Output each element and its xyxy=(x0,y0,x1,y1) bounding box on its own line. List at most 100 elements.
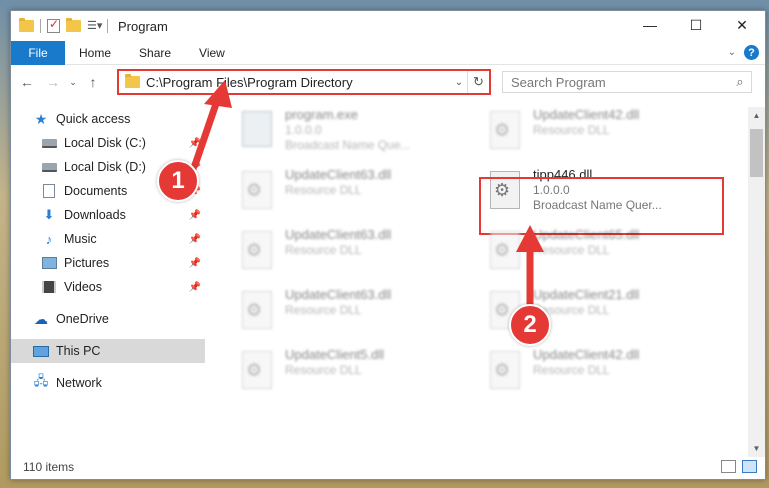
sidebar-item-this-pc[interactable]: This PC xyxy=(11,339,205,363)
pin-icon[interactable]: 📌 xyxy=(189,138,201,149)
file-name: UpdateClient65.dll xyxy=(533,227,640,242)
tab-view[interactable]: View xyxy=(185,46,239,60)
pin-icon[interactable]: 📌 xyxy=(189,258,201,269)
file-list: program.exe 1.0.0.0 Broadcast Name Que..… xyxy=(211,107,741,457)
dll-icon xyxy=(483,347,527,399)
pin-icon[interactable]: 📌 xyxy=(189,210,201,221)
sidebar-item-label: Quick access xyxy=(56,112,131,126)
up-arrow-icon[interactable]: ↑ xyxy=(83,74,103,90)
file-item[interactable]: UpdateClient5.dll Resource DLL xyxy=(235,347,465,405)
file-description: Resource DLL xyxy=(285,363,362,377)
scroll-up-icon[interactable]: ▲ xyxy=(748,107,765,124)
back-arrow-icon[interactable]: ← xyxy=(17,74,37,90)
help-icon[interactable]: ? xyxy=(744,45,759,60)
item-count: 110 items xyxy=(23,460,75,474)
file-name: UpdateClient5.dll xyxy=(285,347,385,362)
sidebar-item-label: Downloads xyxy=(64,208,126,222)
sidebar-item-label: Network xyxy=(56,376,102,390)
recent-locations-icon[interactable]: ⌄ xyxy=(63,77,83,88)
sidebar-item-videos[interactable]: Videos 📌 xyxy=(11,275,205,299)
file-item[interactable]: UpdateClient42.dll Resource DLL xyxy=(483,107,713,165)
dll-icon xyxy=(235,167,279,219)
music-icon: ♪ xyxy=(45,231,53,247)
file-name: UpdateClient63.dll xyxy=(285,227,392,242)
sidebar-item-label: Local Disk (C:) xyxy=(64,136,146,150)
tab-file[interactable]: File xyxy=(11,40,65,65)
sidebar-item-label: OneDrive xyxy=(56,312,109,326)
address-bar[interactable]: C:\Program Files\Program Directory ⌄ ↻ xyxy=(117,69,491,95)
minimize-button[interactable]: — xyxy=(627,11,673,39)
tab-home[interactable]: Home xyxy=(65,46,125,60)
step-2-badge: 2 xyxy=(509,304,551,346)
explorer-window: ☰▾ Program — ☐ ✕ File Home Share View ⌄ … xyxy=(10,10,766,480)
file-description: Resource DLL xyxy=(533,303,610,317)
sidebar-item-label: Videos xyxy=(64,280,102,294)
search-input[interactable]: Search Program xyxy=(511,75,729,90)
ribbon-tabs: File Home Share View ⌄ ? xyxy=(11,40,765,65)
navigation-bar: ← → ⌄ ↑ C:\Program Files\Program Directo… xyxy=(11,67,765,97)
file-description: Resource DLL xyxy=(533,123,610,137)
search-icon[interactable]: ⌕ xyxy=(729,74,751,90)
maximize-button[interactable]: ☐ xyxy=(673,11,719,39)
sidebar-item-label: Music xyxy=(64,232,97,246)
file-item[interactable]: UpdateClient65.dll Resource DLL xyxy=(483,227,713,285)
ribbon-right: ⌄ ? xyxy=(728,45,759,60)
address-path[interactable]: C:\Program Files\Program Directory xyxy=(146,75,451,90)
downloads-icon: ⬇ xyxy=(43,207,55,222)
file-item[interactable]: UpdateClient63.dll Resource DLL xyxy=(235,287,465,345)
file-item[interactable]: UpdateClient63.dll Resource DLL xyxy=(235,167,465,225)
drive-icon xyxy=(41,136,57,150)
file-version: 1.0.0.0 xyxy=(285,123,322,137)
folder-icon xyxy=(125,74,140,88)
sidebar-item-pictures[interactable]: Pictures 📌 xyxy=(11,251,205,275)
sidebar-item-local-disk-c[interactable]: Local Disk (C:) 📌 xyxy=(11,131,205,155)
pin-icon[interactable]: 📌 xyxy=(189,282,201,293)
close-button[interactable]: ✕ xyxy=(719,11,765,39)
properties-icon[interactable] xyxy=(47,17,60,33)
file-description: Resource DLL xyxy=(285,243,362,257)
address-dropdown-icon[interactable]: ⌄ xyxy=(451,77,467,88)
dll-icon xyxy=(483,227,527,279)
this-pc-icon xyxy=(33,344,49,358)
file-name: UpdateClient63.dll xyxy=(285,287,392,302)
file-item[interactable]: UpdateClient63.dll Resource DLL xyxy=(235,227,465,285)
sidebar-item-network[interactable]: 🖧 Network xyxy=(11,371,205,395)
customize-icon[interactable]: ☰▾ xyxy=(87,19,102,33)
network-icon: 🖧 xyxy=(33,373,49,388)
forward-arrow-icon[interactable]: → xyxy=(43,74,63,90)
new-folder-icon[interactable] xyxy=(66,18,81,32)
file-name: UpdateClient42.dll xyxy=(533,347,640,362)
sidebar-item-label: Documents xyxy=(64,184,128,198)
details-view-icon[interactable] xyxy=(721,460,736,473)
pin-icon[interactable]: 📌 xyxy=(189,234,201,245)
file-name: UpdateClient42.dll xyxy=(533,107,640,122)
sidebar-item-label: This PC xyxy=(56,344,101,358)
refresh-icon[interactable]: ↻ xyxy=(467,71,489,93)
file-item[interactable]: program.exe 1.0.0.0 Broadcast Name Que..… xyxy=(235,107,465,165)
dll-icon xyxy=(235,287,279,339)
sidebar-item-quick-access[interactable]: ★ Quick access xyxy=(11,107,205,131)
sidebar-item-label: Local Disk (D:) xyxy=(64,160,146,174)
tiles-view-icon[interactable] xyxy=(742,460,757,473)
videos-icon xyxy=(41,280,57,294)
file-description: Resource DLL xyxy=(285,183,362,197)
file-description: Broadcast Name Que... xyxy=(285,138,411,152)
scrollbar-thumb[interactable] xyxy=(750,129,763,177)
sidebar-item-music[interactable]: ♪ Music 📌 xyxy=(11,227,205,251)
search-box[interactable]: Search Program ⌕ xyxy=(502,71,752,93)
sidebar-item-label: Pictures xyxy=(64,256,110,270)
file-description: Resource DLL xyxy=(533,243,610,257)
tab-share[interactable]: Share xyxy=(125,46,185,60)
separator xyxy=(107,19,108,33)
file-name: UpdateClient63.dll xyxy=(285,167,392,182)
file-item[interactable]: UpdateClient42.dll Resource DLL xyxy=(483,347,713,405)
vertical-scrollbar[interactable]: ▲ ▼ xyxy=(748,107,765,457)
expand-ribbon-icon[interactable]: ⌄ xyxy=(728,47,736,58)
file-description: Resource DLL xyxy=(533,363,610,377)
star-icon: ★ xyxy=(34,110,48,127)
file-name: program.exe xyxy=(285,107,358,122)
file-name: UpdateClient21.dll xyxy=(533,287,640,302)
sidebar-item-downloads[interactable]: ⬇ Downloads 📌 xyxy=(11,203,205,227)
onedrive-icon: ☁ xyxy=(34,310,48,327)
sidebar-item-onedrive[interactable]: ☁ OneDrive xyxy=(11,307,205,331)
